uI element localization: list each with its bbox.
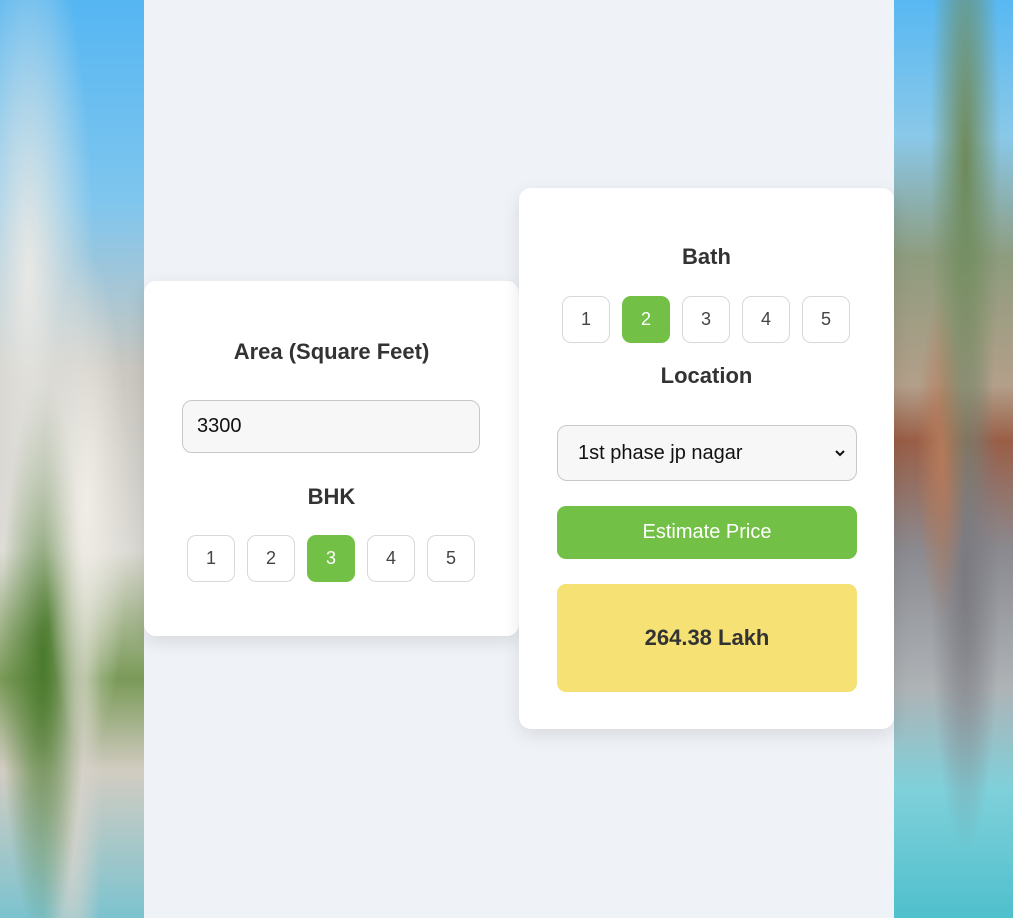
- background-image-left: [0, 0, 144, 918]
- bath-option-4[interactable]: 4: [742, 296, 790, 343]
- bhk-option-3[interactable]: 3: [307, 535, 355, 582]
- chevron-down-icon: [835, 450, 845, 457]
- bhk-heading: BHK: [307, 484, 356, 509]
- bath-option-3[interactable]: 3: [682, 296, 730, 343]
- estimated-price-result: 264.38 Lakh: [557, 584, 857, 692]
- area-input[interactable]: [182, 400, 480, 453]
- bhk-options: 1 2 3 4 5: [187, 535, 475, 582]
- bath-option-5[interactable]: 5: [802, 296, 850, 343]
- area-heading: Area (Square Feet): [233, 339, 430, 364]
- background-image-right: [894, 0, 1013, 918]
- estimate-price-button[interactable]: Estimate Price: [557, 506, 857, 559]
- bath-location-card: Bath 1 2 3 4 5 Location 1st phase jp nag…: [519, 188, 894, 729]
- bhk-option-2[interactable]: 2: [247, 535, 295, 582]
- bhk-option-5[interactable]: 5: [427, 535, 475, 582]
- bath-heading: Bath: [682, 244, 731, 269]
- location-heading: Location: [660, 363, 753, 388]
- bath-option-2[interactable]: 2: [622, 296, 670, 343]
- location-select[interactable]: 1st phase jp nagar: [557, 425, 857, 481]
- bath-option-1[interactable]: 1: [562, 296, 610, 343]
- bhk-option-1[interactable]: 1: [187, 535, 235, 582]
- location-selected-value: 1st phase jp nagar: [578, 441, 743, 464]
- bhk-option-4[interactable]: 4: [367, 535, 415, 582]
- area-bhk-card: Area (Square Feet) BHK 1 2 3 4 5: [144, 281, 519, 636]
- bath-options: 1 2 3 4 5: [562, 296, 850, 343]
